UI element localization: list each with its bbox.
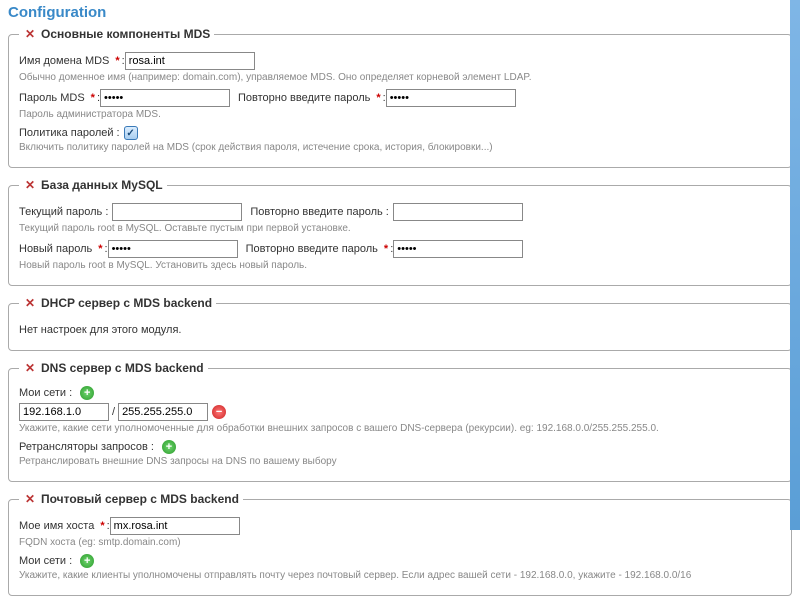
required-mark: * xyxy=(115,55,119,67)
mysql-new-input[interactable] xyxy=(108,240,238,258)
mds-pass-label: Пароль MDS xyxy=(19,92,85,104)
mysql-cur-re-label: Повторно введите пароль : xyxy=(250,206,388,218)
page-title: Configuration xyxy=(8,4,792,21)
section-dhcp: ✕ DHCP сервер с MDS backend Нет настроек… xyxy=(8,296,792,351)
mysql-new-re-input[interactable] xyxy=(393,240,523,258)
slash: / xyxy=(112,406,115,418)
section-mail-title: Почтовый сервер с MDS backend xyxy=(41,492,239,506)
section-mail: ✕ Почтовый сервер с MDS backend Мое имя … xyxy=(8,492,792,596)
add-mail-network-icon[interactable]: + xyxy=(80,554,94,568)
mysql-cur-re-input[interactable] xyxy=(393,203,523,221)
close-icon[interactable]: ✕ xyxy=(23,296,37,310)
mail-net-label: Мои сети : xyxy=(19,555,72,567)
mysql-cur-desc: Текущий пароль root в MySQL. Оставьте пу… xyxy=(19,223,781,234)
dns-net-ip-input[interactable] xyxy=(19,403,109,421)
mds-policy-label: Политика паролей : xyxy=(19,127,120,139)
close-icon[interactable]: ✕ xyxy=(23,178,37,192)
mds-domain-desc: Обычно доменное имя (например: domain.co… xyxy=(19,72,781,83)
section-mysql-legend: ✕ База данных MySQL xyxy=(19,178,167,192)
section-mds-title: Основные компоненты MDS xyxy=(41,27,210,41)
section-dns: ✕ DNS сервер с MDS backend Мои сети : + … xyxy=(8,361,792,482)
mds-policy-desc: Включить политику паролей на MDS (срок д… xyxy=(19,142,781,153)
mds-pass-input[interactable] xyxy=(100,89,230,107)
required-mark: * xyxy=(376,92,380,104)
add-forwarder-icon[interactable]: + xyxy=(162,440,176,454)
section-mds: ✕ Основные компоненты MDS Имя домена MDS… xyxy=(8,27,792,168)
close-icon[interactable]: ✕ xyxy=(23,361,37,375)
required-mark: * xyxy=(100,520,104,532)
dns-fwd-desc: Ретранслировать внешние DNS запросы на D… xyxy=(19,456,781,467)
dns-fwd-label: Ретрансляторы запросов : xyxy=(19,441,154,453)
mds-domain-input[interactable] xyxy=(125,52,255,70)
dns-net-label: Мои сети : xyxy=(19,387,72,399)
required-mark: * xyxy=(384,243,388,255)
section-dns-legend: ✕ DNS сервер с MDS backend xyxy=(19,361,208,375)
mysql-cur-input[interactable] xyxy=(112,203,242,221)
remove-network-icon[interactable]: − xyxy=(212,405,226,419)
dns-net-desc: Укажите, какие сети уполномоченные для о… xyxy=(19,423,781,434)
section-dhcp-legend: ✕ DHCP сервер с MDS backend xyxy=(19,296,216,310)
section-mds-legend: ✕ Основные компоненты MDS xyxy=(19,27,214,41)
mail-net-desc: Укажите, какие клиенты уполномочены отпр… xyxy=(19,570,781,581)
required-mark: * xyxy=(91,92,95,104)
mail-host-desc: FQDN хоста (eg: smtp.domain.com) xyxy=(19,537,781,548)
mysql-new-label: Новый пароль xyxy=(19,243,92,255)
mds-pass-desc: Пароль администратора MDS. xyxy=(19,109,781,120)
mds-repass-input[interactable] xyxy=(386,89,516,107)
mysql-new-re-label: Повторно введите пароль xyxy=(246,243,378,255)
dhcp-empty-text: Нет настроек для этого модуля. xyxy=(19,324,182,336)
required-mark: * xyxy=(98,243,102,255)
section-mysql-title: База данных MySQL xyxy=(41,178,163,192)
add-network-icon[interactable]: + xyxy=(80,386,94,400)
close-icon[interactable]: ✕ xyxy=(23,492,37,506)
mds-policy-checkbox[interactable]: ✓ xyxy=(124,126,138,140)
mds-domain-label: Имя домена MDS xyxy=(19,55,109,67)
section-mysql: ✕ База данных MySQL Текущий пароль : Пов… xyxy=(8,178,792,286)
mysql-cur-label: Текущий пароль : xyxy=(19,206,108,218)
scrollbar[interactable] xyxy=(790,0,800,530)
mysql-new-desc: Новый пароль root в MySQL. Установить зд… xyxy=(19,260,781,271)
mail-host-input[interactable] xyxy=(110,517,240,535)
section-dhcp-title: DHCP сервер с MDS backend xyxy=(41,296,212,310)
close-icon[interactable]: ✕ xyxy=(23,27,37,41)
mail-host-label: Мое имя хоста xyxy=(19,520,94,532)
section-dns-title: DNS сервер с MDS backend xyxy=(41,361,204,375)
section-mail-legend: ✕ Почтовый сервер с MDS backend xyxy=(19,492,243,506)
mds-repass-label: Повторно введите пароль xyxy=(238,92,370,104)
dns-net-mask-input[interactable] xyxy=(118,403,208,421)
